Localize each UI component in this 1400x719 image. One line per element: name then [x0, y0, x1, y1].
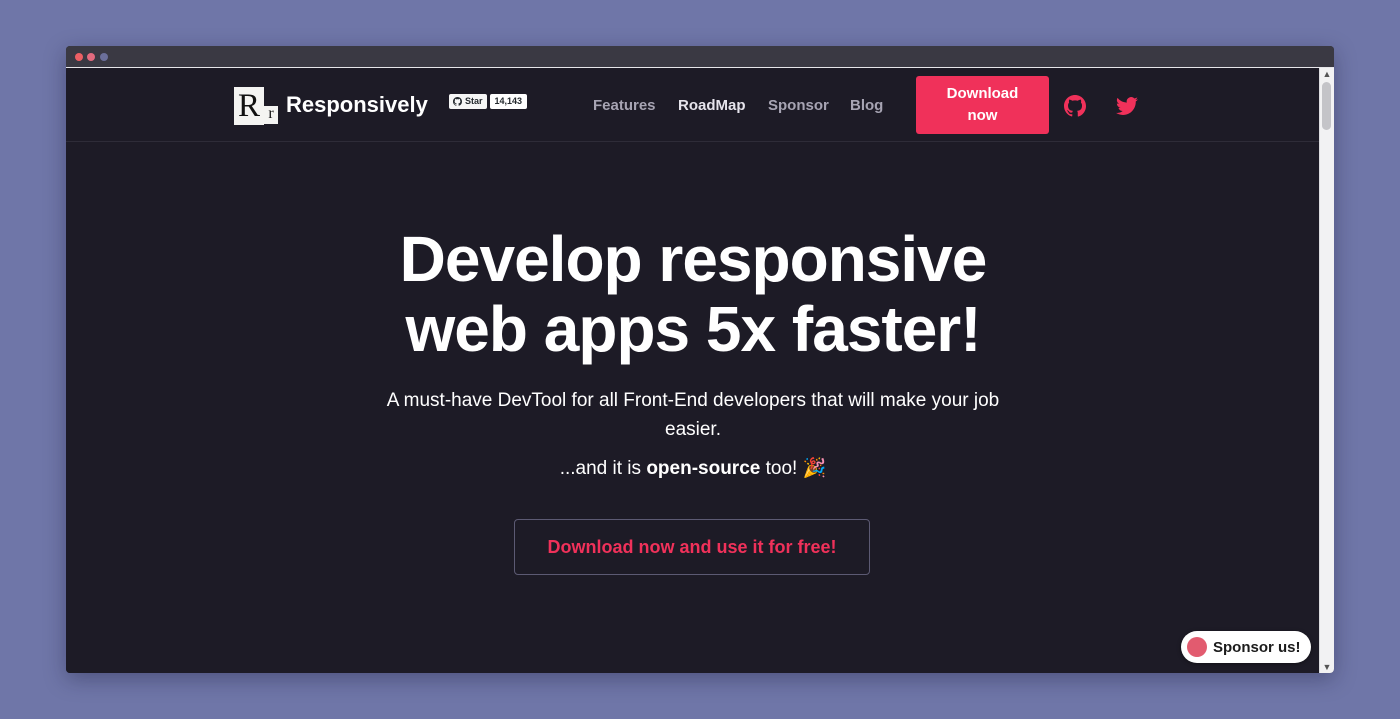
github-star-label: Star — [465, 96, 483, 106]
scroll-down-icon[interactable]: ▼ — [1320, 661, 1334, 673]
minimize-window-button[interactable] — [87, 53, 95, 61]
sponsor-us-badge[interactable]: Sponsor us! — [1181, 631, 1311, 663]
twitter-icon[interactable] — [1116, 95, 1138, 117]
logo-letter-small: r — [264, 106, 278, 124]
open-source-strong: open-source — [646, 458, 761, 479]
responsively-logo[interactable]: R r — [234, 87, 280, 127]
top-navbar: R r Responsively Star 14,143 Features Ro… — [66, 68, 1320, 142]
hero-subtitle: A must-have DevTool for all Front-End de… — [386, 390, 1000, 440]
browser-window: R r Responsively Star 14,143 Features Ro… — [66, 46, 1334, 673]
party-popper-icon: 🎉 — [802, 458, 827, 479]
github-icon[interactable] — [1064, 95, 1086, 117]
hero-title-line1: Develop responsive — [399, 223, 988, 295]
github-star-button[interactable]: Star — [449, 94, 487, 109]
download-free-cta-button[interactable]: Download now and use it for free! — [514, 519, 870, 575]
open-source-suffix: too! — [760, 458, 798, 479]
logo-letter-big: R — [234, 87, 264, 125]
open-source-line: ...and it is open-source too! 🎉 — [66, 456, 1320, 482]
github-star-widget: Star 14,143 — [449, 94, 528, 109]
download-button-line1: Download — [946, 85, 1019, 102]
vertical-scrollbar[interactable]: ▲ ▼ — [1319, 68, 1334, 673]
sponsor-us-label: Sponsor us! — [1213, 638, 1301, 656]
hero-title-line2: web apps 5x faster! — [405, 293, 982, 365]
nav-link-sponsor[interactable]: Sponsor — [768, 96, 829, 116]
open-source-prefix: ...and it is — [559, 458, 647, 479]
nav-link-features[interactable]: Features — [593, 96, 656, 116]
scroll-up-icon[interactable]: ▲ — [1320, 68, 1334, 80]
brand-name[interactable]: Responsively — [286, 90, 428, 120]
hero-title: Develop responsive web apps 5x faster! — [66, 224, 1320, 364]
nav-link-blog[interactable]: Blog — [850, 96, 883, 116]
nav-link-roadmap[interactable]: RoadMap — [678, 96, 746, 116]
download-button-line2: now — [967, 107, 998, 124]
page-viewport: R r Responsively Star 14,143 Features Ro… — [66, 68, 1320, 673]
window-titlebar — [66, 46, 1334, 68]
scroll-thumb[interactable] — [1322, 82, 1331, 130]
sponsor-logo-icon — [1187, 637, 1207, 657]
download-now-button[interactable]: Download now — [916, 76, 1049, 134]
github-star-count[interactable]: 14,143 — [489, 94, 528, 109]
github-small-icon — [453, 97, 462, 106]
maximize-window-button[interactable] — [100, 53, 108, 61]
close-window-button[interactable] — [75, 53, 83, 61]
